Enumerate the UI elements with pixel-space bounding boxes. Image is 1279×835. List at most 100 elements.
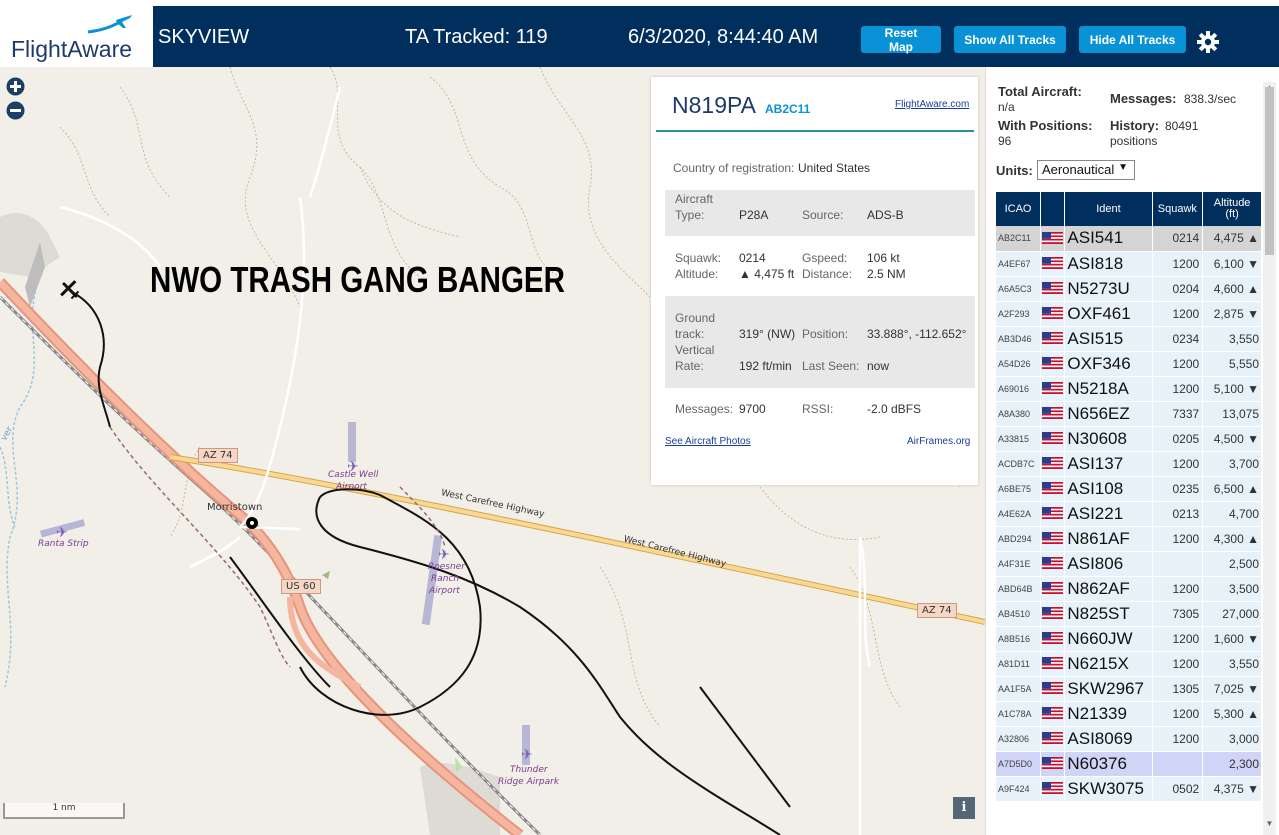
map-label-thunder: Thunder: [510, 765, 548, 775]
row-flag: [1040, 776, 1066, 802]
table-row[interactable]: AB2C11 ASI541 0214 4,475 ▲: [996, 226, 1262, 252]
table-row[interactable]: AA1F5A SKW2967 1305 7,025 ▼: [996, 676, 1262, 702]
lastseen-label: Last Seen:: [802, 359, 860, 373]
show-all-tracks-button[interactable]: Show All Tracks: [954, 26, 1066, 53]
overlay-caption: NWO TRASH GANG BANGER: [150, 259, 565, 300]
table-row[interactable]: A4E62A ASI221 0213 4,700: [996, 501, 1262, 527]
row-squawk: 0205: [1152, 426, 1204, 452]
aircraft-ident: N819PA: [672, 92, 756, 118]
row-icao: A1C78A: [996, 701, 1042, 727]
zoom-out-icon[interactable]: [6, 101, 25, 120]
table-row[interactable]: AB3D46 ASI515 0234 3,550: [996, 326, 1262, 352]
flightaware-logo[interactable]: FlightAware: [0, 6, 153, 67]
row-ident: N656EZ: [1064, 401, 1153, 427]
track-value: 319° (NW): [739, 327, 796, 341]
table-row[interactable]: A8A380 N656EZ 7337 13,075: [996, 401, 1262, 427]
row-altitude: 5,550: [1202, 351, 1262, 377]
row-icao: A4F31E: [996, 551, 1042, 577]
track-label-1: Ground: [675, 311, 716, 325]
messages-block: Messages: 9700 RSSI: -2.0 dBFS: [665, 402, 975, 422]
airframes-link[interactable]: AirFrames.org: [907, 436, 970, 447]
table-row[interactable]: ABD64B N862AF 1200 3,500: [996, 576, 1262, 602]
col-squawk[interactable]: Squawk: [1152, 192, 1204, 226]
table-row[interactable]: A1C78A N21339 1200 5,300 ▲: [996, 701, 1262, 727]
us-flag-icon: [1042, 782, 1064, 795]
row-icao: A6BE75: [996, 476, 1042, 502]
row-flag: [1040, 601, 1066, 627]
row-flag: [1040, 476, 1066, 502]
col-altitude-unit: (ft): [1225, 208, 1239, 220]
total-aircraft-value: n/a: [998, 100, 1015, 114]
row-squawk: 1200: [1152, 251, 1204, 277]
table-row[interactable]: A6A5C3 N5273U 0204 4,600 ▲: [996, 276, 1262, 302]
row-icao: A69016: [996, 376, 1042, 402]
row-flag: [1040, 401, 1066, 427]
row-squawk: 1200: [1152, 301, 1204, 327]
flightaware-link[interactable]: FlightAware.com: [895, 99, 969, 110]
row-altitude: 1,600 ▼: [1202, 626, 1262, 652]
aircraft-photos-link[interactable]: See Aircraft Photos: [665, 436, 751, 447]
col-icao[interactable]: ICAO: [996, 192, 1042, 226]
row-icao: A4EF67: [996, 251, 1042, 277]
table-row[interactable]: A8B516 N660JW 1200 1,600 ▼: [996, 626, 1262, 652]
row-icao: A9F424: [996, 776, 1042, 802]
table-row[interactable]: A7D5D0 N60376 2,300: [996, 751, 1262, 777]
skyview-app: FlightAware SKYVIEW TA Tracked: 119 6/3/…: [0, 0, 1279, 835]
gear-icon[interactable]: [1196, 30, 1220, 54]
table-row[interactable]: A6BE75 ASI108 0235 6,500 ▲: [996, 476, 1262, 502]
svg-text:✈: ✈: [438, 546, 450, 562]
us-flag-icon: [1042, 682, 1064, 695]
row-ident: ASI108: [1064, 476, 1153, 502]
table-row[interactable]: A54D26 OXF346 1200 5,550: [996, 351, 1262, 377]
row-flag: [1040, 426, 1066, 452]
row-ident: ASI515: [1064, 326, 1153, 352]
shield-az74: AZ 74: [198, 448, 238, 463]
col-flag[interactable]: [1040, 192, 1066, 226]
row-ident: ASI541: [1064, 226, 1153, 252]
table-row[interactable]: AB4510 N825ST 7305 27,000: [996, 601, 1262, 627]
scrollbar-thumb[interactable]: [1265, 87, 1274, 255]
table-row[interactable]: ABD294 N861AF 1200 4,300 ▲: [996, 526, 1262, 552]
clock: 6/3/2020, 8:44:40 AM: [628, 26, 819, 48]
zoom-in-icon[interactable]: [6, 77, 25, 96]
table-row[interactable]: A32806 ASI8069 1200 3,000: [996, 726, 1262, 752]
map-label-ridge-airpark: Ridge Airpark: [498, 777, 560, 787]
altitude-value: ▲ 4,475 ft: [739, 267, 795, 281]
row-altitude: 2,500: [1202, 551, 1262, 577]
logo-text: FlightAware: [11, 36, 133, 62]
row-icao: A4E62A: [996, 501, 1042, 527]
tracked-count: TA Tracked: 119: [405, 26, 548, 48]
table-row[interactable]: A33815 N30608 0205 4,500 ▼: [996, 426, 1262, 452]
scroll-down-icon[interactable]: ▼: [1263, 819, 1276, 828]
row-altitude: 3,500: [1202, 576, 1262, 602]
country-label: Country of registration:: [673, 161, 795, 175]
row-flag: [1040, 326, 1066, 352]
selected-aircraft-icon[interactable]: [58, 278, 82, 302]
row-squawk: 1200: [1152, 726, 1204, 752]
table-row[interactable]: A81D11 N6215X 1200 3,550: [996, 651, 1262, 677]
row-altitude: 4,375 ▼: [1202, 776, 1262, 802]
hide-all-tracks-button[interactable]: Hide All Tracks: [1079, 26, 1186, 53]
col-altitude[interactable]: Altitude (ft): [1202, 192, 1262, 226]
us-flag-icon: [1042, 707, 1064, 720]
info-button[interactable]: i: [953, 797, 975, 819]
row-flag: [1040, 226, 1066, 252]
map-label-ranta-strip: Ranta Strip: [38, 539, 89, 549]
row-altitude: 5,300 ▲: [1202, 701, 1262, 727]
table-row[interactable]: A4EF67 ASI818 1200 6,100 ▼: [996, 251, 1262, 277]
row-flag: [1040, 301, 1066, 327]
units-select[interactable]: Aeronautical ▼: [1037, 160, 1135, 180]
table-row[interactable]: A69016 N5218A 1200 5,100 ▼: [996, 376, 1262, 402]
table-row[interactable]: A2F293 OXF461 1200 2,875 ▼: [996, 301, 1262, 327]
us-flag-icon: [1042, 457, 1064, 470]
table-row[interactable]: A9F424 SKW3075 0502 4,375 ▼: [996, 776, 1262, 802]
svg-text:✈: ✈: [521, 746, 533, 762]
us-flag-icon: [1042, 257, 1064, 270]
us-flag-icon: [1042, 607, 1064, 620]
row-icao: AB2C11: [996, 226, 1042, 252]
reset-map-button[interactable]: Reset Map: [861, 26, 941, 54]
table-row[interactable]: A4F31E ASI806 2,500: [996, 551, 1262, 577]
table-row[interactable]: ACDB7C ASI137 1200 3,700: [996, 451, 1262, 477]
row-icao: ACDB7C: [996, 451, 1042, 477]
col-ident[interactable]: Ident: [1064, 192, 1153, 226]
